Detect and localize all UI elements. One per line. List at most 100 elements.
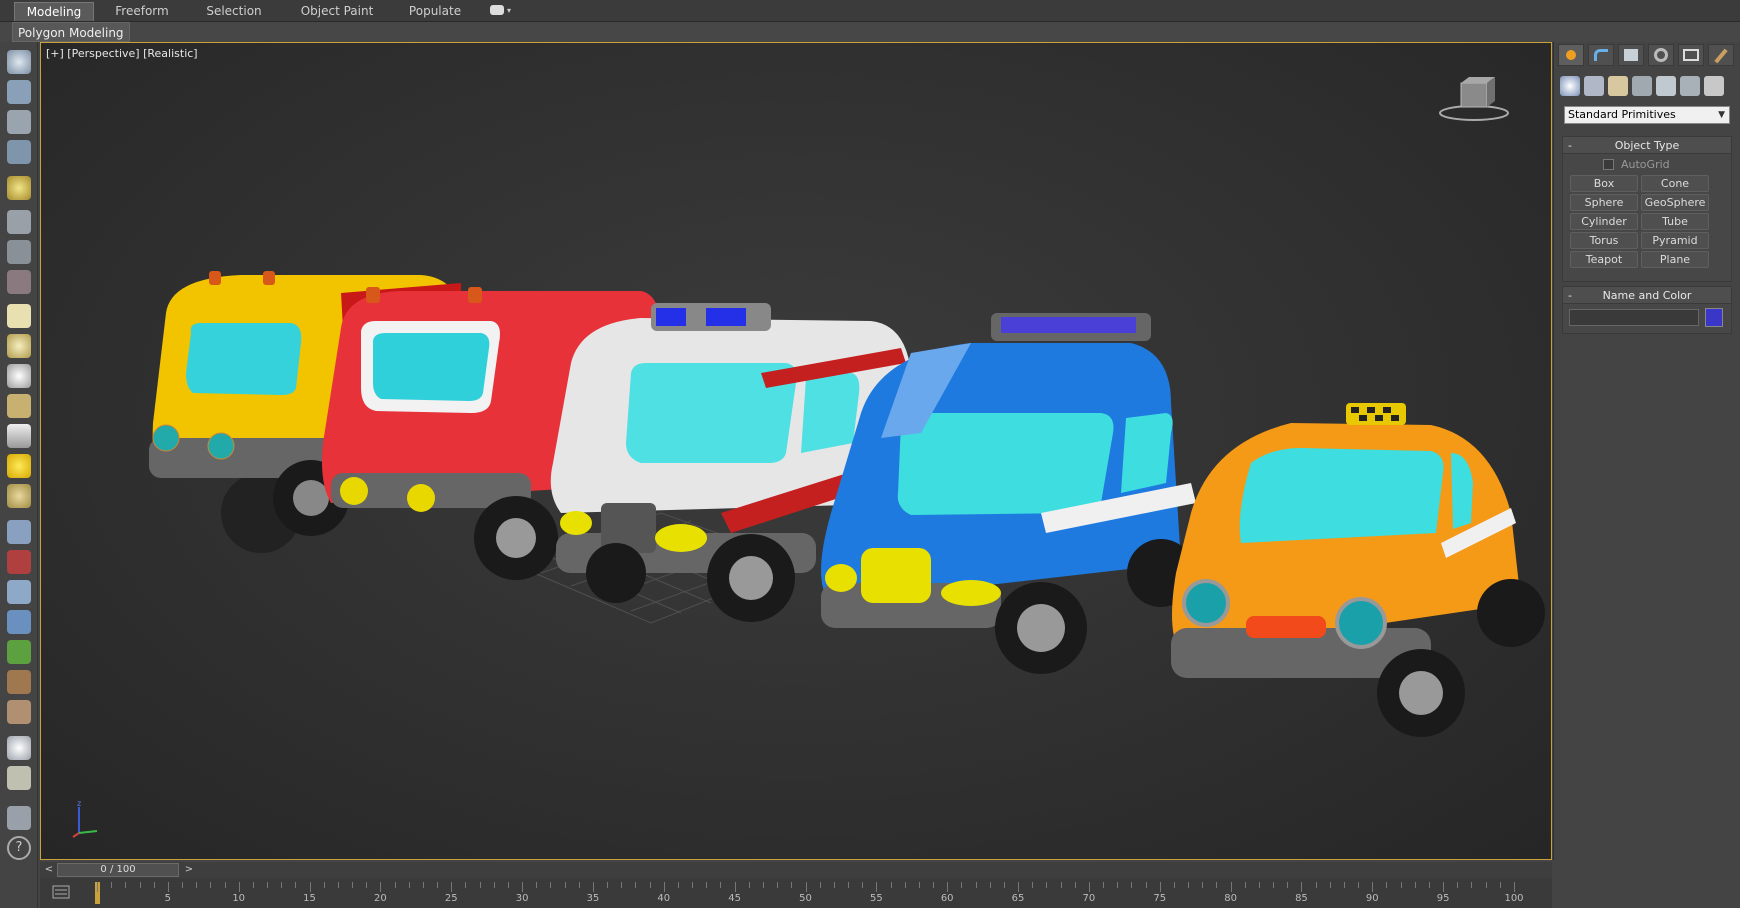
bones-icon[interactable] (7, 550, 31, 574)
mini-curve-editor-icon[interactable] (52, 884, 70, 900)
create-tab-icon[interactable] (1558, 44, 1584, 66)
tab-object-paint[interactable]: Object Paint (292, 2, 382, 21)
helper-icon[interactable] (7, 580, 31, 604)
timeline-tick (224, 882, 226, 888)
timeline-tick (649, 882, 651, 888)
tab-polygon-modeling[interactable]: Polygon Modeling (12, 22, 130, 42)
teapot-button[interactable]: Teapot (1570, 251, 1638, 268)
timeline-tick (167, 882, 169, 892)
chevron-down-icon[interactable]: ▾ (507, 6, 511, 15)
plane-primitive-icon[interactable] (7, 304, 31, 328)
foliage-icon[interactable] (7, 640, 31, 664)
display-tab-icon[interactable] (1678, 44, 1704, 66)
tab-populate[interactable]: Populate (400, 2, 470, 21)
camera-icon[interactable] (7, 210, 31, 234)
timeline-tick (1372, 882, 1374, 892)
sun-icon[interactable] (7, 454, 31, 478)
left-toolbar: ? (0, 42, 38, 908)
tab-modeling[interactable]: Modeling (14, 2, 94, 21)
sphere-material-icon[interactable] (7, 736, 31, 760)
time-slider-thumb[interactable]: 0 / 100 (57, 863, 179, 877)
tube-button[interactable]: Tube (1641, 213, 1709, 230)
systems-icon[interactable] (1704, 76, 1724, 96)
time-slider[interactable]: < 0 / 100 > (40, 862, 1552, 878)
gear-icon[interactable] (7, 610, 31, 634)
table-icon[interactable] (7, 140, 31, 164)
timeline-tick (1428, 882, 1430, 888)
timeline-tick (1443, 882, 1445, 892)
shapes-icon[interactable] (1584, 76, 1604, 96)
motion-tab-icon[interactable] (1648, 44, 1674, 66)
modify-tab-icon[interactable] (1588, 44, 1614, 66)
timeline-tick-label: 85 (1295, 893, 1308, 904)
timeline-tick (692, 882, 694, 888)
render-frame-icon[interactable] (7, 80, 31, 104)
cone-button[interactable]: Cone (1641, 175, 1709, 192)
object-name-field[interactable] (1569, 309, 1699, 326)
list-icon[interactable] (7, 110, 31, 134)
cloth-icon[interactable] (7, 700, 31, 724)
timeline-tick (210, 882, 212, 888)
next-frame-button[interactable]: > (182, 862, 196, 878)
name-and-color-header[interactable]: - Name and Color (1563, 287, 1731, 304)
timeline-tick (592, 882, 594, 892)
track-bar[interactable]: 5 10 15 20 25 30 35 40 45 50 55 60 65 70 75 80 85 90 95 100 (40, 878, 1552, 908)
lights-icon[interactable] (1608, 76, 1628, 96)
timeline-tick (1485, 882, 1487, 888)
cameras-icon[interactable] (1632, 76, 1652, 96)
timeline-tick (1188, 882, 1190, 888)
plane-button[interactable]: Plane (1641, 251, 1709, 268)
primitive-category-select[interactable]: Standard Primitives ▼ (1564, 106, 1730, 124)
layers-icon[interactable] (7, 806, 31, 830)
compass-icon[interactable] (7, 240, 31, 264)
timeline-tick (1145, 882, 1147, 888)
axis-tripod-icon: z (72, 799, 98, 838)
scene-explorer-icon[interactable] (7, 766, 31, 790)
autogrid-checkbox[interactable] (1603, 159, 1614, 170)
timeline-tick (890, 882, 892, 888)
timeline-tick (1003, 882, 1005, 888)
light-bulb-icon[interactable] (7, 176, 31, 200)
timeline-tick (748, 882, 750, 888)
tab-freeform[interactable]: Freeform (104, 2, 180, 21)
cylinder-button[interactable]: Cylinder (1570, 213, 1638, 230)
video-camera-icon[interactable] (7, 270, 31, 294)
timeline-tick-label: 55 (869, 893, 883, 904)
hair-fur-icon[interactable] (7, 670, 31, 694)
timeline-tick-label: 35 (586, 893, 600, 904)
timeline-tick (621, 882, 623, 888)
utilities-tab-icon[interactable] (1708, 44, 1734, 66)
teapot-icon[interactable] (7, 50, 31, 74)
hierarchy-tab-icon[interactable] (1618, 44, 1644, 66)
timeline-tick (196, 882, 198, 888)
helpers-icon[interactable] (1656, 76, 1676, 96)
pyramid-button[interactable]: Pyramid (1641, 232, 1709, 249)
perspective-viewport[interactable]: [+] [Perspective] [Realistic] z (40, 42, 1552, 860)
timeline-tick-label: 50 (799, 893, 812, 904)
sphere-icon[interactable] (7, 364, 31, 388)
geometry-icon[interactable] (1560, 76, 1580, 96)
ribbon-options-icon[interactable] (490, 5, 504, 15)
material-sphere-icon[interactable] (7, 484, 31, 508)
box-button[interactable]: Box (1570, 175, 1638, 192)
torus-button[interactable]: Torus (1570, 232, 1638, 249)
timeline-tick (1032, 882, 1034, 888)
object-type-header[interactable]: - Object Type (1563, 137, 1731, 154)
cone-icon[interactable] (7, 424, 31, 448)
particles-icon[interactable] (7, 520, 31, 544)
timeline-tick (720, 882, 722, 888)
help-icon[interactable]: ? (7, 836, 31, 860)
basket-icon[interactable] (7, 394, 31, 418)
svg-text:z: z (77, 799, 81, 808)
timeline-tick (1173, 882, 1175, 888)
timeline-tick (182, 882, 184, 888)
tab-selection[interactable]: Selection (196, 2, 272, 21)
sphere-button[interactable]: Sphere (1570, 194, 1638, 211)
space-warps-icon[interactable] (1680, 76, 1700, 96)
create-category-icons (1560, 76, 1736, 96)
prev-frame-button[interactable]: < (42, 862, 56, 878)
timeline-tick (1088, 882, 1090, 892)
object-color-swatch[interactable] (1705, 308, 1723, 327)
geosphere-button[interactable]: GeoSphere (1641, 194, 1709, 211)
hemisphere-icon[interactable] (7, 334, 31, 358)
